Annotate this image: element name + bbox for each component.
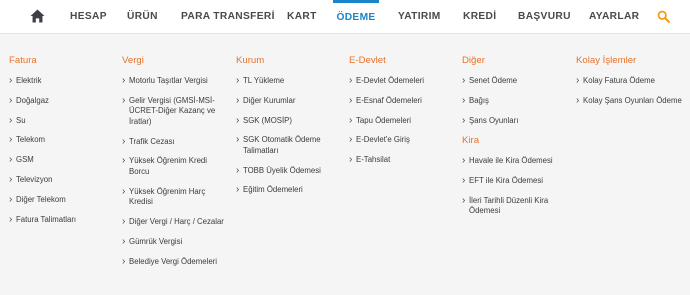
nav-basvuru[interactable]: BAŞVURU bbox=[518, 0, 571, 34]
home-icon[interactable] bbox=[30, 9, 45, 23]
menu-link[interactable]: Gelir Vergisi (GMSİ-MSİ-ÜCRET-Diğer Kaza… bbox=[122, 95, 224, 128]
menu-link[interactable]: E-Tahsilat bbox=[349, 154, 449, 166]
menu-link[interactable]: Gümrük Vergisi bbox=[122, 236, 224, 248]
column-subheading-kira[interactable]: Kira bbox=[462, 135, 562, 147]
menu-link[interactable]: Televizyon bbox=[9, 174, 109, 186]
menu-link[interactable]: SGK Otomatik Ödeme Talimatları bbox=[236, 134, 336, 156]
nav-ayarlar[interactable]: AYARLAR bbox=[589, 0, 639, 34]
nav-yatirim[interactable]: YATIRIM bbox=[398, 0, 441, 34]
menu-link[interactable]: Belediye Vergi Ödemeleri bbox=[122, 256, 224, 268]
menu-link[interactable]: Elektrik bbox=[9, 75, 109, 87]
menu-link[interactable]: Senet Ödeme bbox=[462, 75, 562, 87]
top-navigation: HESAP ÜRÜN PARA TRANSFERİ KART ÖDEME YAT… bbox=[0, 0, 690, 34]
menu-link[interactable]: Doğalgaz bbox=[9, 95, 109, 107]
menu-link[interactable]: Trafik Cezası bbox=[122, 136, 224, 148]
menu-link[interactable]: Şans Oyunları bbox=[462, 115, 562, 127]
menu-link[interactable]: E-Esnaf Ödemeleri bbox=[349, 95, 449, 107]
nav-urun[interactable]: ÜRÜN bbox=[127, 0, 158, 34]
menu-link[interactable]: TOBB Üyelik Ödemesi bbox=[236, 165, 336, 177]
column-heading[interactable]: E-Devlet bbox=[349, 55, 449, 67]
menu-link[interactable]: E-Devlet'e Giriş bbox=[349, 134, 449, 146]
column-heading[interactable]: Kolay İşlemler bbox=[576, 55, 682, 67]
menu-link[interactable]: Diğer Kurumlar bbox=[236, 95, 336, 107]
column-heading[interactable]: Vergi bbox=[122, 55, 224, 67]
menu-column-e-devlet: E-Devlet E-Devlet Ödemeleri E-Esnaf Ödem… bbox=[349, 55, 449, 175]
column-heading[interactable]: Kurum bbox=[236, 55, 336, 67]
menu-link[interactable]: Kolay Fatura Ödeme bbox=[576, 75, 682, 87]
menu-link[interactable]: Yüksek Öğrenim Harç Kredisi bbox=[122, 186, 224, 208]
menu-link[interactable]: Kolay Şans Oyunları Ödeme bbox=[576, 95, 682, 107]
menu-link[interactable]: Su bbox=[9, 115, 109, 127]
menu-link[interactable]: Diğer Telekom bbox=[9, 194, 109, 206]
column-heading[interactable]: Fatura bbox=[9, 55, 109, 67]
menu-link[interactable]: Bağış bbox=[462, 95, 562, 107]
menu-link[interactable]: E-Devlet Ödemeleri bbox=[349, 75, 449, 87]
menu-link[interactable]: Diğer Vergi / Harç / Cezalar bbox=[122, 216, 224, 228]
menu-link[interactable]: TL Yükleme bbox=[236, 75, 336, 87]
menu-column-kurum: Kurum TL Yükleme Diğer Kurumlar SGK (MOS… bbox=[236, 55, 336, 205]
nav-hesap[interactable]: HESAP bbox=[70, 0, 107, 34]
nav-para-transferi[interactable]: PARA TRANSFERİ bbox=[181, 0, 275, 34]
menu-link[interactable]: Yüksek Öğrenim Kredi Borcu bbox=[122, 155, 224, 177]
menu-column-vergi: Vergi Motorlu Taşıtlar Vergisi Gelir Ver… bbox=[122, 55, 224, 276]
odeme-mega-menu: Fatura Elektrik Doğalgaz Su Telekom GSM … bbox=[0, 34, 690, 295]
menu-link[interactable]: Tapu Ödemeleri bbox=[349, 115, 449, 127]
menu-link[interactable]: Telekom bbox=[9, 134, 109, 146]
menu-column-diger: Diğer Senet Ödeme Bağış Şans Oyunları Ki… bbox=[462, 55, 562, 226]
search-icon[interactable] bbox=[657, 10, 670, 23]
menu-link[interactable]: Motorlu Taşıtlar Vergisi bbox=[122, 75, 224, 87]
menu-link[interactable]: Fatura Talimatları bbox=[9, 214, 109, 226]
nav-kredi[interactable]: KREDİ bbox=[463, 0, 496, 34]
nav-odeme[interactable]: ÖDEME bbox=[333, 0, 379, 34]
menu-link[interactable]: Eğitim Ödemeleri bbox=[236, 185, 336, 196]
menu-link[interactable]: İleri Tarihli Düzenli Kira Ödemesi bbox=[462, 195, 562, 217]
nav-kart[interactable]: KART bbox=[287, 0, 317, 34]
menu-column-fatura: Fatura Elektrik Doğalgaz Su Telekom GSM … bbox=[9, 55, 109, 234]
menu-link[interactable]: SGK (MOSİP) bbox=[236, 115, 336, 127]
menu-column-kolay-islemler: Kolay İşlemler Kolay Fatura Ödeme Kolay … bbox=[576, 55, 682, 116]
menu-link[interactable]: Havale ile Kira Ödemesi bbox=[462, 155, 562, 167]
menu-link[interactable]: EFT ile Kira Ödemesi bbox=[462, 175, 562, 187]
column-heading[interactable]: Diğer bbox=[462, 55, 562, 67]
menu-link[interactable]: GSM bbox=[9, 154, 109, 166]
